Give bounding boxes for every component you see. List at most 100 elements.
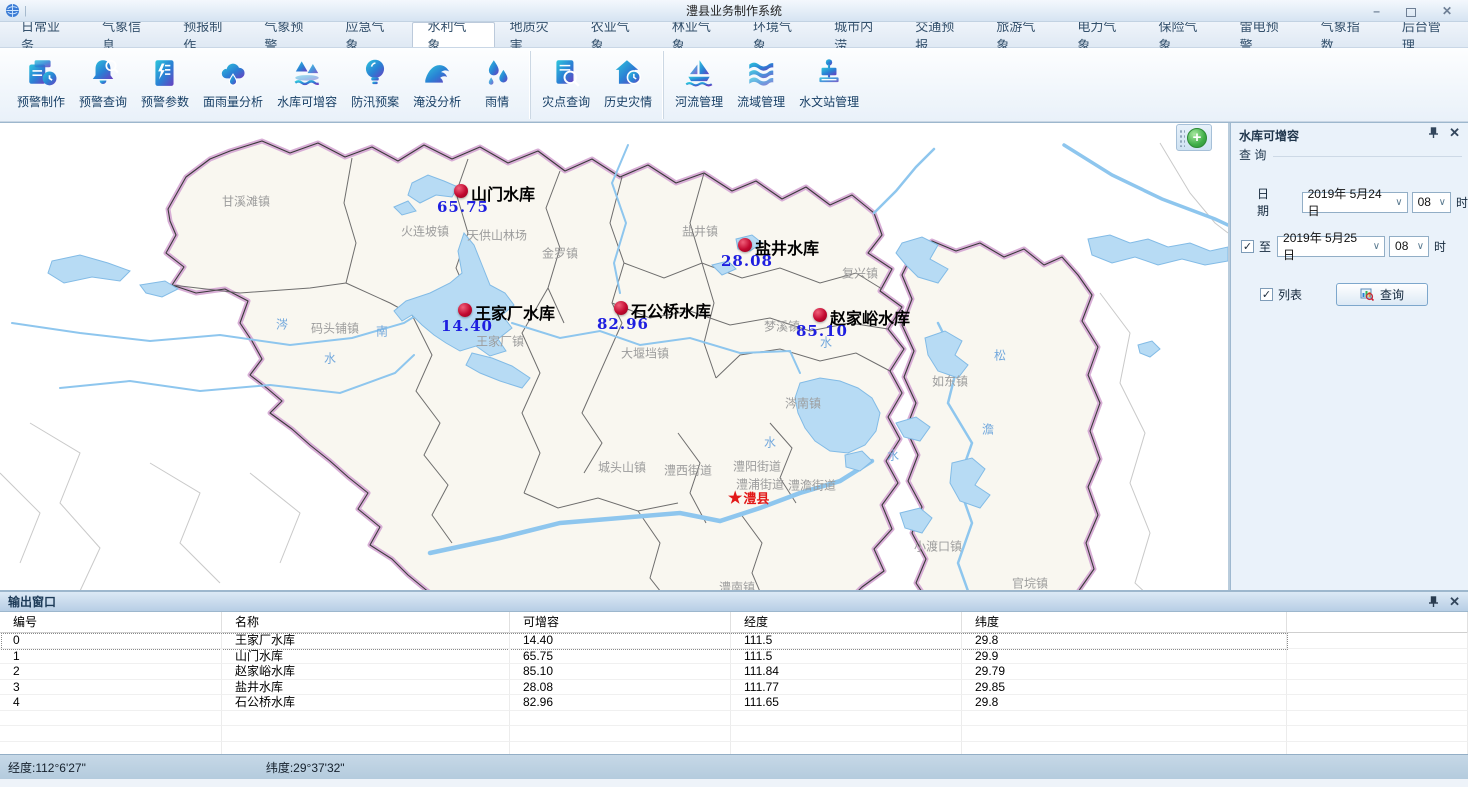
window-title: 澧县业务制作系统 — [0, 2, 1468, 19]
menu-tab-1[interactable]: 气象信息 — [87, 22, 168, 47]
menu-tab-2[interactable]: 预报制作 — [168, 22, 249, 47]
toolbar-button-submerge[interactable]: 淹没分析 — [406, 51, 468, 119]
toolbar-button-rain-info[interactable]: 雨情 — [468, 51, 526, 119]
table-header-cell[interactable]: 经度 — [731, 612, 962, 633]
app-globe-icon — [5, 3, 20, 18]
toolbar-button-area-rain[interactable]: 面雨量分析 — [196, 51, 270, 119]
hour-to-select[interactable]: 08∨ — [1389, 236, 1429, 257]
table-cell — [1287, 726, 1468, 742]
chevron-down-icon: ∨ — [1435, 197, 1450, 208]
menu-tab-10[interactable]: 城市内涝 — [819, 22, 900, 47]
menu-tab-8[interactable]: 林业气象 — [657, 22, 738, 47]
to-checkbox[interactable]: ✓ — [1241, 240, 1254, 253]
date-from-select[interactable]: 2019年 5月24日∨ — [1302, 192, 1408, 213]
table-cell: 山门水库 — [222, 649, 510, 665]
table-cell: 盐井水库 — [222, 680, 510, 696]
table-cell: 赵家峪水库 — [222, 664, 510, 680]
toolbar-group-1: 灾点查询历史灾情 — [530, 51, 663, 119]
disaster-search-icon — [550, 56, 582, 88]
table-header-cell[interactable]: 纬度 — [962, 612, 1287, 633]
menu-bar: 日常业务气象信息预报制作气象预警应急气象水利气象地质灾害农业气象林业气象环境气象… — [0, 22, 1468, 48]
toolbar-button-river[interactable]: 河流管理 — [668, 51, 730, 119]
table-row[interactable]: 0王家厂水库14.40111.529.8 — [0, 633, 1468, 649]
table-row[interactable]: 4石公桥水库82.96111.6529.8 — [0, 695, 1468, 711]
date-label: 日 期 — [1257, 185, 1296, 219]
menu-tab-6[interactable]: 地质灾害 — [495, 22, 576, 47]
menu-tab-7[interactable]: 农业气象 — [576, 22, 657, 47]
menu-tab-3[interactable]: 气象预警 — [249, 22, 330, 47]
hour-suffix-label: 时 — [1456, 194, 1468, 211]
table-cell — [962, 742, 1287, 755]
toolbar-button-label: 面雨量分析 — [203, 93, 263, 110]
toolbar-button-history-disaster[interactable]: 历史灾情 — [597, 51, 659, 119]
table-row[interactable]: 1山门水库65.75111.529.9 — [0, 649, 1468, 665]
pin-icon[interactable] — [1428, 127, 1439, 139]
table-row[interactable]: 3盐井水库28.08111.7729.85 — [0, 680, 1468, 696]
minimize-button[interactable]: – — [1373, 3, 1380, 19]
table-cell: 85.10 — [510, 664, 731, 680]
reservoir-dot-icon — [738, 238, 752, 252]
table-header-cell[interactable]: 名称 — [222, 612, 510, 633]
status-bar: 经度:112°6'27" 纬度:29°37'32" — [0, 754, 1468, 779]
history-disaster-icon — [612, 56, 644, 88]
toolbar-button-warning-make[interactable]: 预警制作 — [10, 51, 72, 119]
table-header-cell[interactable]: 编号 — [0, 612, 222, 633]
menu-tab-0[interactable]: 日常业务 — [6, 22, 87, 47]
table-cell — [510, 711, 731, 727]
toolbar-button-basin[interactable]: 流域管理 — [730, 51, 792, 119]
rain-info-icon — [481, 56, 513, 88]
output-window: 输出窗口 ✕ 编号名称可增容经度纬度 0王家厂水库14.40111.529.81… — [0, 590, 1468, 754]
table-row[interactable] — [0, 726, 1468, 742]
toolbar-button-warning-search[interactable]: 预警查询 — [72, 51, 134, 119]
toolbar-button-flood-plan[interactable]: 防汛预案 — [344, 51, 406, 119]
warning-make-icon — [25, 56, 57, 88]
menu-tab-11[interactable]: 交通预报 — [900, 22, 981, 47]
menu-tab-12[interactable]: 旅游气象 — [981, 22, 1062, 47]
toolbar-button-hydro-station[interactable]: 水文站管理 — [792, 51, 866, 119]
table-cell — [1287, 633, 1468, 649]
output-close-icon[interactable]: ✕ — [1449, 596, 1460, 608]
hour-from-select[interactable]: 08∨ — [1412, 192, 1451, 213]
menu-tab-13[interactable]: 电力气象 — [1062, 22, 1143, 47]
reservoir-dot-icon — [614, 301, 628, 315]
list-checkbox[interactable]: ✓ — [1260, 288, 1273, 301]
table-cell: 4 — [0, 695, 222, 711]
menu-tab-17[interactable]: 后台管理 — [1387, 22, 1468, 47]
table-cell: 石公桥水库 — [222, 695, 510, 711]
toolbar-grip-icon[interactable] — [1179, 129, 1185, 147]
table-cell: 111.5 — [731, 649, 962, 665]
status-longitude: 经度:112°6'27" — [8, 759, 86, 776]
map-add-button[interactable]: + — [1187, 128, 1207, 148]
close-button[interactable]: ✕ — [1442, 3, 1452, 19]
submerge-icon — [421, 56, 453, 88]
table-cell — [962, 726, 1287, 742]
flood-plan-icon — [359, 56, 391, 88]
panel-close-icon[interactable]: ✕ — [1449, 127, 1460, 139]
list-label: 列表 — [1278, 286, 1302, 303]
restore-button[interactable] — [1406, 3, 1416, 19]
toolbar-button-disaster-search[interactable]: 灾点查询 — [535, 51, 597, 119]
menu-tab-9[interactable]: 环境气象 — [738, 22, 819, 47]
table-cell: 111.84 — [731, 664, 962, 680]
map-canvas[interactable]: 甘溪滩镇火连坡镇天供山林场金罗镇盐井镇复兴镇码头铺镇王家厂镇大堰垱镇梦溪镇涔南镇… — [0, 123, 1230, 591]
table-cell — [731, 726, 962, 742]
menu-tab-16[interactable]: 气象指数 — [1306, 22, 1387, 47]
table-cell — [1287, 742, 1468, 755]
table-row[interactable] — [0, 711, 1468, 727]
table-cell: 王家厂水库 — [222, 633, 510, 649]
table-cell: 3 — [0, 680, 222, 696]
toolbar-button-reservoir-capacity[interactable]: 水库可增容 — [270, 51, 344, 119]
table-cell — [1287, 695, 1468, 711]
table-header-cell[interactable]: 可增容 — [510, 612, 731, 633]
toolbar-button-warning-params[interactable]: 预警参数 — [134, 51, 196, 119]
menu-tab-5[interactable]: 水利气象 — [412, 22, 495, 47]
menu-tab-14[interactable]: 保险气象 — [1144, 22, 1225, 47]
table-row[interactable]: 2赵家峪水库85.10111.8429.79 — [0, 664, 1468, 680]
date-to-select[interactable]: 2019年 5月25日∨ — [1277, 236, 1385, 257]
table-row[interactable] — [0, 742, 1468, 755]
pin-icon[interactable] — [1428, 596, 1439, 608]
table-cell — [1287, 680, 1468, 696]
menu-tab-4[interactable]: 应急气象 — [330, 22, 411, 47]
query-button[interactable]: 查询 — [1336, 283, 1428, 306]
menu-tab-15[interactable]: 雷电预警 — [1225, 22, 1306, 47]
